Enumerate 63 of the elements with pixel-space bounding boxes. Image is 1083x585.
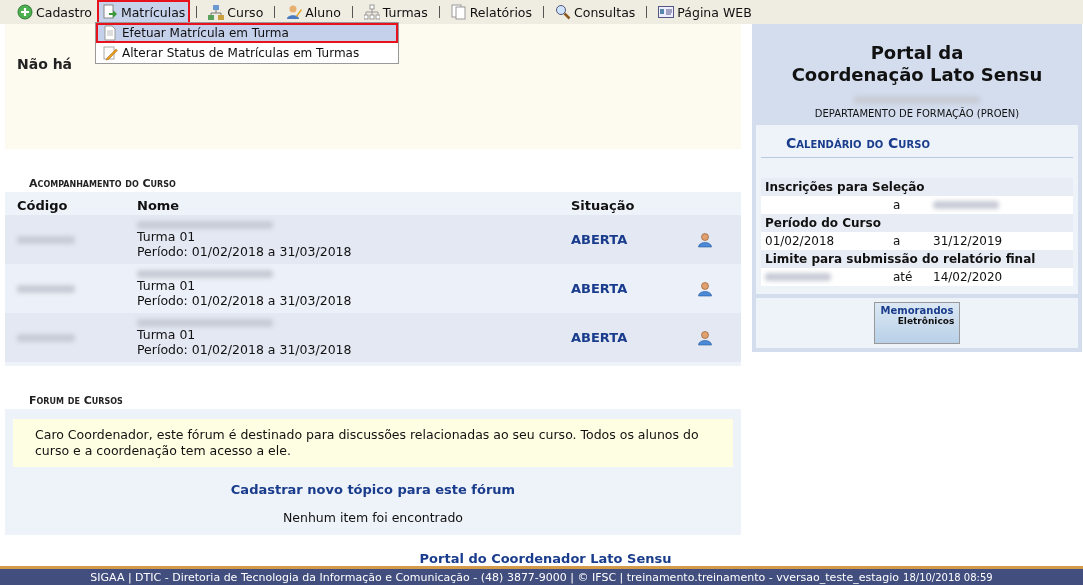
portal-link[interactable]: Portal do Coordenador Lato Sensu [419, 551, 672, 566]
column-header: Situação [570, 197, 636, 215]
hierarchy-icon [363, 4, 380, 20]
documents-icon [450, 4, 467, 20]
person-icon[interactable] [697, 231, 713, 248]
person-icon[interactable] [697, 280, 713, 297]
portal-title: Portal da [869, 42, 965, 64]
redacted-text [17, 235, 75, 244]
calendar-label: Período do Curso [761, 214, 1073, 232]
class-name: Turma 01 [137, 277, 197, 293]
redacted-text [17, 333, 75, 342]
footer-timestamp: 18/10/2018 08:59 [903, 571, 993, 583]
redacted-text [933, 201, 999, 209]
menu-item[interactable]: Cadastro [12, 0, 97, 24]
end-date: 14/02/2020 [933, 270, 1003, 284]
person-icon[interactable] [697, 329, 713, 346]
redacted-text [765, 273, 831, 281]
menu-item[interactable]: Aluno [281, 0, 346, 24]
calendar-title: Calendário do Curso [761, 133, 1073, 158]
department-name: DEPARTAMENTO DE FORMAÇÃO (PROEN) [813, 108, 1021, 119]
date-separator: a [893, 234, 902, 248]
pencil-icon [102, 45, 118, 61]
class-period: Período: 01/02/2018 a 31/03/2018 [137, 243, 353, 259]
class-period: Período: 01/02/2018 a 31/03/2018 [137, 341, 353, 357]
section-title: Acompanhamento do Curso [28, 176, 177, 192]
date-separator: a [893, 198, 902, 212]
footer-text: SIGAA | DTIC - Diretoria de Tecnologia da Informação e Comunicação - (48) 3877-9000 | © IFSC | treinamento.treinamento - vversao_teste_estagio [90, 570, 900, 584]
menu-item[interactable]: Turmas [358, 0, 433, 24]
class-period: Período: 01/02/2018 a 31/03/2018 [137, 292, 353, 308]
document-icon [102, 25, 118, 41]
calendar-label: Inscrições para Seleção [761, 178, 1073, 196]
date-separator: até [893, 270, 914, 284]
search-icon [555, 4, 572, 20]
menu-item[interactable]: Curso [203, 0, 269, 24]
column-header: Código [16, 197, 69, 215]
person-pencil-icon [286, 4, 303, 20]
status-link[interactable]: ABERTA [559, 330, 669, 345]
menu-item[interactable]: Matrículas [96, 0, 191, 24]
new-topic-link[interactable]: Cadastrar novo tópico para este fórum [230, 482, 516, 497]
column-header: Nome [136, 197, 181, 215]
class-name: Turma 01 [137, 326, 197, 342]
portal-title: Coordenação Lato Sensu [790, 64, 1044, 86]
empty-message: Nenhum item foi encontrado [283, 510, 463, 525]
card-icon [658, 4, 675, 20]
status-link[interactable]: ABERTA [559, 281, 669, 296]
class-name: Turma 01 [137, 228, 197, 244]
dropdown-item[interactable]: Efetuar Matrícula em Turma [96, 23, 398, 43]
news-message: Não há [17, 56, 73, 72]
section-title: Forum de Cursos [28, 393, 124, 409]
start-date: 01/02/2018 [765, 234, 835, 248]
forum-notice: Caro Coordenador, este fórum é destinado para discussões relacionadas ao seu curso. Todos os alunos do curso e a coordenação tem acesso a ele. [13, 419, 733, 467]
dropdown-item[interactable]: Alterar Status de Matrículas em Turmas [96, 43, 398, 63]
menu-item[interactable]: Relatórios [445, 0, 538, 24]
status-link[interactable]: ABERTA [559, 232, 669, 247]
redacted-text [17, 284, 75, 293]
calendar-label: Limite para submissão do relatório final [761, 250, 1073, 268]
plus-icon [17, 4, 33, 20]
memo-button[interactable]: Memorandos Eletrônicos [874, 302, 960, 344]
end-date: 31/12/2019 [933, 234, 1003, 248]
menu-item[interactable]: Consultas [550, 0, 641, 24]
menu-item[interactable]: Página WEB [653, 0, 757, 24]
document-arrow-icon [101, 4, 118, 20]
network-icon [208, 4, 225, 20]
